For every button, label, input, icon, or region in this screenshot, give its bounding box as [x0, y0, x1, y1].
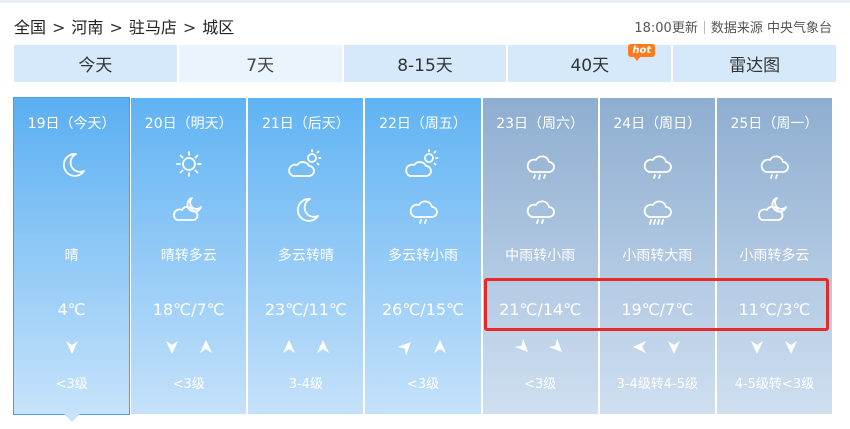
tab-radar[interactable]: 雷达图 [673, 45, 836, 82]
wind-arrow-icon [751, 341, 764, 354]
wind-arrow-icon [65, 341, 78, 354]
temperature: 26℃/15℃ [381, 300, 465, 319]
day-date: 19日（今天） [27, 116, 116, 132]
wind-arrow-icon [433, 340, 446, 353]
tab-40-days[interactable]: 40天 hot [508, 44, 672, 82]
wind-arrow-icon [668, 341, 681, 354]
wind-level: <3级 [524, 377, 557, 392]
partly-cloudy-icon [288, 149, 322, 177]
breadcrumb-item-country[interactable]: 全国 [14, 14, 46, 38]
heavy-rain-icon [644, 200, 673, 225]
breadcrumb: 全国 > 河南 > 驻马店 > 城区 [14, 14, 234, 38]
wind-level: 3-4级 [288, 377, 323, 392]
selected-pointer [63, 414, 80, 422]
weather-description: 多云转晴 [277, 248, 334, 264]
day-date: 20日（明天） [144, 116, 233, 132]
forecast-day[interactable]: 20日（明天） 晴转多云 18℃/7℃ <3级 [131, 98, 247, 414]
update-info: 18:00更新 数据来源 中央气象台 [634, 17, 832, 36]
light-rain-icon [761, 155, 790, 179]
light-rain-icon [644, 155, 673, 179]
breadcrumb-separator: > [109, 18, 123, 37]
wind-arrow-icon [282, 340, 295, 353]
moon-icon [296, 198, 319, 222]
temperature: 18℃/7℃ [152, 300, 225, 319]
day-date: 24日（周日） [613, 116, 702, 132]
temperature: 4℃ [57, 300, 86, 319]
wind-arrow-icon [316, 340, 329, 353]
wind-arrow-icon [514, 338, 529, 352]
wind-direction [131, 338, 246, 360]
seven-day-forecast: 19日（今天） 晴 4℃ <3级 20日（明天） 晴转多云 18℃/7℃ <3级 21日（后天）… [12, 97, 832, 422]
breadcrumb-item-province[interactable]: 河南 [71, 14, 103, 38]
weather-description: 多云转小雨 [387, 248, 458, 264]
wind-arrow-icon [199, 340, 212, 353]
day-date: 25日（周一） [730, 116, 819, 132]
weather-description: 晴 [64, 248, 79, 264]
light-rain-icon [409, 200, 438, 224]
forecast-day[interactable]: 21日（后天） 多云转晴 23℃/11℃ 3-4级 [248, 98, 364, 414]
update-time: 18:00更新 [634, 21, 698, 36]
meta-divider [703, 21, 705, 34]
day-date: 22日（周五） [379, 116, 467, 132]
tab-8-15-days[interactable]: 8-15天 [343, 45, 507, 82]
wind-arrow-icon [548, 338, 563, 352]
source-name[interactable]: 中央气象台 [767, 21, 832, 36]
wind-direction [717, 338, 832, 360]
forecast-day[interactable]: 24日（周日） 小雨转大雨 19℃/7℃ 3-4级转4-5级 [599, 98, 715, 414]
wind-arrow-icon [397, 342, 411, 356]
source-label: 数据来源 [710, 21, 763, 36]
hot-badge: hot [628, 44, 656, 61]
breadcrumb-item-district: 城区 [202, 18, 235, 37]
sun-icon [175, 151, 202, 177]
breadcrumb-separator: > [182, 18, 197, 37]
wind-arrow-icon [633, 341, 647, 353]
wind-direction [14, 338, 129, 360]
wind-arrow-icon [785, 341, 798, 354]
wind-level: <3级 [55, 377, 88, 392]
forecast-tabs: 今天 7天 8-15天 40天 hot 雷达图 [14, 44, 836, 82]
forecast-day[interactable]: 25日（周一） 小雨转多云 11℃/3℃ 4-5级转<3级 [716, 98, 832, 414]
tab-today[interactable]: 今天 [14, 45, 177, 82]
forecast-day[interactable]: 22日（周五） 多云转小雨 26℃/15℃ <3级 [365, 98, 481, 414]
forecast-day[interactable]: 19日（今天） 晴 4℃ <3级 [12, 97, 131, 422]
weather-description: 晴转多云 [160, 248, 217, 264]
header-row: 全国 > 河南 > 驻马店 > 城区 18:00更新 数据来源 中央气象台 [0, 10, 850, 38]
wind-level: 3-4级转4-5级 [616, 377, 698, 392]
weather-description: 中雨转小雨 [505, 248, 576, 264]
cloudy-night-icon [172, 197, 202, 221]
wind-level: <3级 [172, 377, 205, 392]
forecast-day[interactable]: 23日（周六） 中雨转小雨 21℃/14℃ <3级 [482, 98, 598, 414]
temperature: 19℃/7℃ [621, 300, 694, 319]
wind-arrow-icon [165, 341, 178, 354]
cloudy-night-icon [758, 197, 788, 221]
weather-description: 小雨转大雨 [622, 248, 693, 264]
tab-7-days[interactable]: 7天 [178, 45, 342, 82]
breadcrumb-separator: > [52, 18, 66, 37]
breadcrumb-item-city[interactable]: 驻马店 [129, 14, 177, 38]
moon-icon [62, 153, 85, 177]
partly-cloudy-icon [405, 149, 439, 177]
wind-level: <3级 [406, 377, 440, 392]
light-rain-icon [526, 200, 555, 224]
wind-direction [365, 338, 480, 360]
wind-direction [248, 338, 363, 360]
temperature: 23℃/11℃ [264, 300, 347, 319]
wind-level: 4-5级转<3级 [734, 377, 815, 392]
day-date: 23日（周六） [496, 116, 585, 132]
day-date: 21日（后天） [261, 116, 350, 132]
wind-direction [483, 338, 598, 360]
temperature: 21℃/14℃ [499, 300, 582, 319]
moderate-rain-icon [526, 155, 555, 180]
temperature: 11℃/3℃ [738, 300, 811, 319]
top-border [0, 0, 850, 3]
wind-direction [600, 338, 715, 360]
tab-40-days-label: 40天 [570, 56, 610, 76]
weather-description: 小雨转多云 [739, 248, 810, 264]
